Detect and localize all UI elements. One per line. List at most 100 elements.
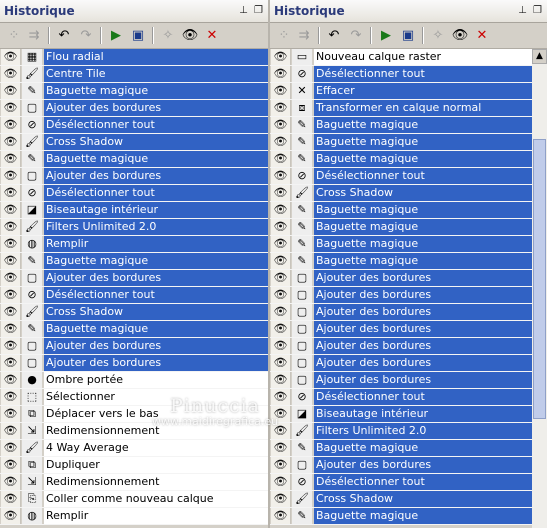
eye-icon[interactable]: 👁: [271, 457, 291, 473]
eye-icon[interactable]: 👁: [271, 372, 291, 388]
eye-icon[interactable]: 👁: [1, 270, 21, 286]
history-row[interactable]: 👁 ▢ Ajouter des bordures: [270, 355, 532, 372]
eye-icon[interactable]: 👁: [271, 440, 291, 456]
history-row[interactable]: 👁 ✎ Baguette magique: [0, 151, 268, 168]
eye-icon[interactable]: 👁: [1, 423, 21, 439]
history-row[interactable]: 👁 ▢ Ajouter des bordures: [270, 270, 532, 287]
eye-icon[interactable]: 👁: [1, 287, 21, 303]
history-row[interactable]: 👁 ⧉ Dupliquer: [0, 457, 268, 474]
selective-undo-icon[interactable]: ⁘: [274, 26, 294, 45]
eye-icon[interactable]: 👁: [1, 253, 21, 269]
history-row[interactable]: 👁 🖌 Cross Shadow: [270, 491, 532, 508]
eye-icon[interactable]: 👁: [1, 389, 21, 405]
history-row[interactable]: 👁 ⊘ Désélectionner tout: [270, 474, 532, 491]
history-row[interactable]: 👁 ⊘ Désélectionner tout: [270, 168, 532, 185]
eye-icon[interactable]: 👁: [271, 304, 291, 320]
history-row[interactable]: 👁 ▢ Ajouter des bordures: [0, 100, 268, 117]
eye-icon[interactable]: 👁: [1, 185, 21, 201]
scroll-up-icon[interactable]: ▲: [532, 49, 547, 64]
eye-icon[interactable]: 👁: [271, 508, 291, 524]
eye-icon[interactable]: 👁: [1, 321, 21, 337]
eye-icon[interactable]: 👁: [1, 236, 21, 252]
history-row[interactable]: 👁 ✎ Baguette magique: [270, 508, 532, 525]
history-row[interactable]: 👁 🖌 Filters Unlimited 2.0: [270, 423, 532, 440]
history-row[interactable]: 👁 ● Ombre portée: [0, 372, 268, 389]
vertical-scrollbar[interactable]: ▲: [532, 49, 547, 528]
clear-wand-icon[interactable]: ✧: [428, 26, 448, 45]
history-row[interactable]: 👁 ▭ Nouveau calque raster: [270, 49, 532, 66]
eye-icon[interactable]: 👁: [1, 457, 21, 473]
eye-icon[interactable]: 👁: [271, 253, 291, 269]
eye-icon[interactable]: 👁: [271, 270, 291, 286]
eye-icon[interactable]: 👁: [271, 202, 291, 218]
selective-undo-icon[interactable]: ⁘: [4, 26, 24, 45]
pin-icon[interactable]: ⊥: [237, 4, 250, 17]
view-toggle-icon[interactable]: 👁: [450, 26, 470, 45]
restore-icon[interactable]: ❐: [531, 4, 544, 17]
undo-icon[interactable]: ↶: [324, 26, 344, 45]
history-row[interactable]: 👁 ⊘ Désélectionner tout: [0, 287, 268, 304]
history-row[interactable]: 👁 ✎ Baguette magique: [270, 117, 532, 134]
eye-icon[interactable]: 👁: [271, 338, 291, 354]
save-script-icon[interactable]: ▣: [398, 26, 418, 45]
eye-icon[interactable]: 👁: [271, 100, 291, 116]
eye-icon[interactable]: 👁: [271, 287, 291, 303]
eye-icon[interactable]: 👁: [1, 406, 21, 422]
history-row[interactable]: 👁 ⧈ Transformer en calque normal: [270, 100, 532, 117]
redo-icon[interactable]: ↷: [76, 26, 96, 45]
history-row[interactable]: 👁 ▢ Ajouter des bordures: [270, 372, 532, 389]
history-row[interactable]: 👁 ▢ Ajouter des bordures: [270, 338, 532, 355]
history-row[interactable]: 👁 ⇲ Redimensionnement: [0, 474, 268, 491]
history-row[interactable]: 👁 ▦ Flou radial: [0, 49, 268, 66]
eye-icon[interactable]: 👁: [271, 236, 291, 252]
selective-redo-icon[interactable]: ⇉: [24, 26, 44, 45]
history-row[interactable]: 👁 ✎ Baguette magique: [270, 151, 532, 168]
eye-icon[interactable]: 👁: [1, 168, 21, 184]
undo-icon[interactable]: ↶: [54, 26, 74, 45]
eye-icon[interactable]: 👁: [1, 100, 21, 116]
history-row[interactable]: 👁 ▢ Ajouter des bordures: [0, 168, 268, 185]
history-row[interactable]: 👁 ✎ Baguette magique: [270, 219, 532, 236]
history-row[interactable]: 👁 ⊘ Désélectionner tout: [270, 66, 532, 83]
eye-icon[interactable]: 👁: [271, 474, 291, 490]
pin-icon[interactable]: ⊥: [516, 4, 529, 17]
eye-icon[interactable]: 👁: [1, 219, 21, 235]
history-row[interactable]: 👁 🖌 Filters Unlimited 2.0: [0, 219, 268, 236]
history-row[interactable]: 👁 ✎ Baguette magique: [270, 202, 532, 219]
history-row[interactable]: 👁 🖌 Cross Shadow: [0, 304, 268, 321]
history-row[interactable]: 👁 ✎ Baguette magique: [0, 253, 268, 270]
delete-history-icon[interactable]: ✕: [472, 26, 492, 45]
eye-icon[interactable]: 👁: [271, 389, 291, 405]
eye-icon[interactable]: 👁: [271, 491, 291, 507]
eye-icon[interactable]: 👁: [1, 372, 21, 388]
history-row[interactable]: 👁 🖌 Cross Shadow: [0, 134, 268, 151]
eye-icon[interactable]: 👁: [1, 355, 21, 371]
eye-icon[interactable]: 👁: [271, 185, 291, 201]
eye-icon[interactable]: 👁: [1, 117, 21, 133]
restore-icon[interactable]: ❐: [252, 4, 265, 17]
history-row[interactable]: 👁 ▢ Ajouter des bordures: [270, 321, 532, 338]
eye-icon[interactable]: 👁: [271, 66, 291, 82]
eye-icon[interactable]: 👁: [1, 66, 21, 82]
history-row[interactable]: 👁 ✎ Baguette magique: [0, 321, 268, 338]
history-row[interactable]: 👁 ⎘ Coller comme nouveau calque: [0, 491, 268, 508]
save-script-icon[interactable]: ▣: [128, 26, 148, 45]
history-row[interactable]: 👁 ◪ Biseautage intérieur: [0, 202, 268, 219]
eye-icon[interactable]: 👁: [271, 355, 291, 371]
eye-icon[interactable]: 👁: [1, 134, 21, 150]
history-row[interactable]: 👁 ✕ Effacer: [270, 83, 532, 100]
eye-icon[interactable]: 👁: [271, 83, 291, 99]
history-row[interactable]: 👁 🖌 Centre Tile: [0, 66, 268, 83]
scrollbar-thumb[interactable]: [533, 139, 546, 419]
history-row[interactable]: 👁 ✎ Baguette magique: [270, 134, 532, 151]
history-row[interactable]: 👁 ⬚ Sélectionner: [0, 389, 268, 406]
eye-icon[interactable]: 👁: [271, 134, 291, 150]
history-row[interactable]: 👁 ⧉ Déplacer vers le bas: [0, 406, 268, 423]
history-row[interactable]: 👁 ⊘ Désélectionner tout: [0, 117, 268, 134]
history-row[interactable]: 👁 ◍ Remplir: [0, 236, 268, 253]
eye-icon[interactable]: 👁: [1, 440, 21, 456]
history-row[interactable]: 👁 ▢ Ajouter des bordures: [0, 355, 268, 372]
history-row[interactable]: 👁 ▢ Ajouter des bordures: [0, 270, 268, 287]
history-row[interactable]: 👁 🖌 Cross Shadow: [270, 185, 532, 202]
history-row[interactable]: 👁 ✎ Baguette magique: [270, 236, 532, 253]
